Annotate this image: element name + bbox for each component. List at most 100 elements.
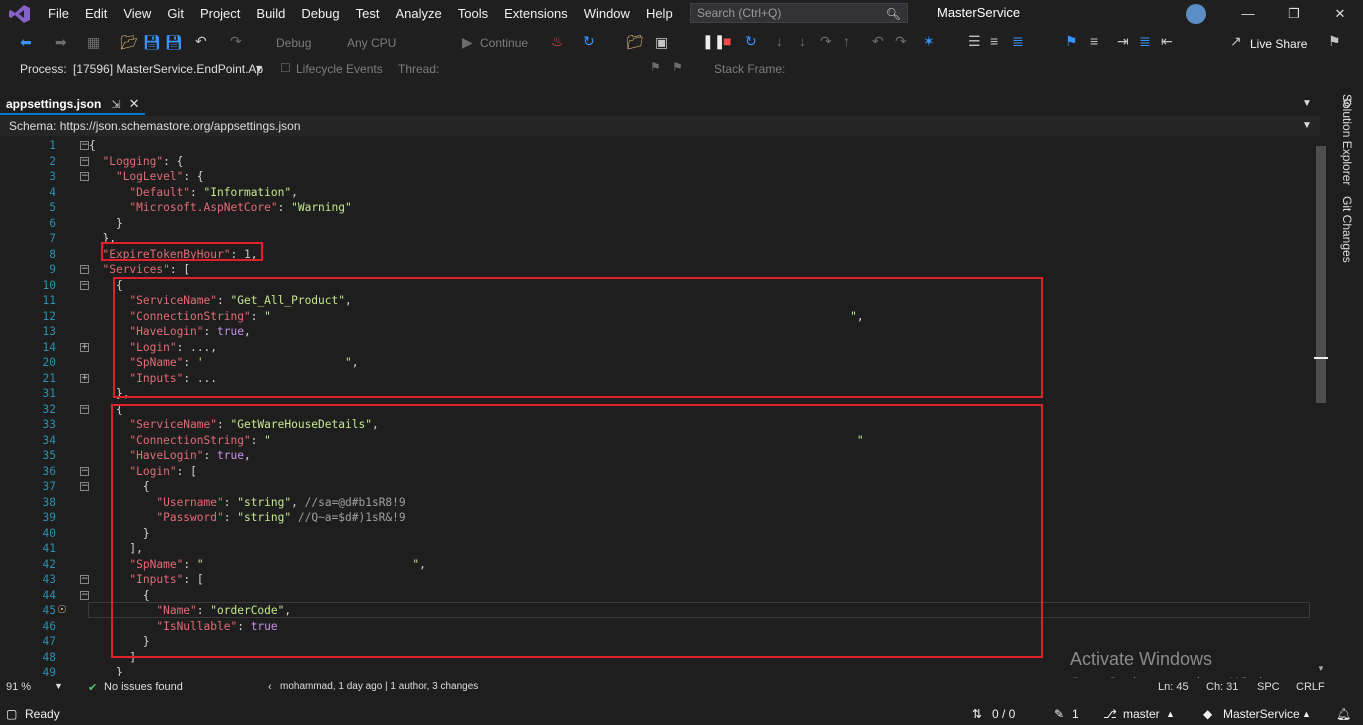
format-icon[interactable]: ≡ bbox=[990, 33, 998, 49]
expand-icon[interactable]: + bbox=[80, 342, 89, 352]
code-line[interactable]: 4 "Default": "Information", bbox=[0, 185, 1310, 201]
code-line[interactable]: 3 − "LogLevel": { bbox=[0, 169, 1310, 185]
code-line[interactable]: 6 } bbox=[0, 216, 1310, 232]
tab-list-dropdown-icon[interactable]: ▼ bbox=[1302, 98, 1312, 109]
lightbulb-icon[interactable]: ☉ bbox=[57, 603, 67, 616]
continue-play-icon[interactable]: ▶ bbox=[462, 34, 473, 51]
collapse-icon[interactable]: − bbox=[80, 265, 89, 274]
notification-bell-icon[interactable]: 🔔︎ bbox=[1336, 707, 1351, 721]
filter-icon[interactable]: ⚑ bbox=[672, 60, 683, 74]
collapse-icon[interactable]: − bbox=[80, 575, 89, 584]
code-line[interactable]: 2 − "Logging": { bbox=[0, 154, 1310, 170]
avatar[interactable] bbox=[1186, 4, 1206, 24]
close-icon[interactable]: ✕ bbox=[1317, 0, 1363, 27]
pause-icon[interactable]: ❚❚ bbox=[702, 33, 725, 50]
collapse-icon[interactable]: − bbox=[80, 590, 89, 600]
menu-analyze[interactable]: Analyze bbox=[387, 0, 449, 27]
search-input[interactable]: Search (Ctrl+Q) 🔍︎ bbox=[690, 3, 908, 23]
bookmark-icon[interactable]: ⚑ bbox=[1065, 33, 1078, 50]
step-out-icon[interactable]: ↑ bbox=[843, 33, 850, 49]
indent-mode-indicator[interactable]: SPC bbox=[1257, 681, 1280, 693]
feedback-icon[interactable]: ⚑ bbox=[1328, 33, 1341, 50]
menu-project[interactable]: Project bbox=[192, 0, 248, 27]
menu-help[interactable]: Help bbox=[638, 0, 681, 27]
code-map-icon[interactable]: ✶ bbox=[923, 33, 935, 50]
window-layout-icon[interactable]: ▣ bbox=[655, 34, 668, 51]
folder-icon[interactable]: 📁︎ bbox=[626, 34, 644, 51]
collapse-icon[interactable]: − bbox=[80, 156, 89, 166]
repo-name[interactable]: MasterService bbox=[1223, 707, 1300, 721]
indent-icon[interactable]: ⇥ bbox=[1117, 33, 1129, 50]
menu-extensions[interactable]: Extensions bbox=[496, 0, 576, 27]
save-all-icon[interactable]: 💾︎ bbox=[165, 34, 183, 51]
branch-up-icon[interactable]: ▲ bbox=[1166, 709, 1175, 719]
open-folder-icon[interactable]: 📂︎ bbox=[120, 34, 138, 51]
collapse-icon[interactable]: − bbox=[80, 404, 89, 414]
repo-diamond-icon[interactable]: ◆ bbox=[1203, 707, 1212, 721]
menu-debug[interactable]: Debug bbox=[293, 0, 347, 27]
collapse-icon[interactable]: − bbox=[80, 482, 89, 491]
step-over-icon[interactable]: ↓ bbox=[799, 33, 806, 49]
live-share-button[interactable]: Live Share bbox=[1250, 37, 1307, 51]
code-line[interactable]: 9 − "Services": [ bbox=[0, 262, 1310, 278]
minimize-icon[interactable]: — bbox=[1225, 0, 1271, 27]
back-icon[interactable]: ↶ bbox=[872, 33, 884, 50]
zoom-level-select[interactable]: 91 % bbox=[6, 681, 31, 693]
visual-studio-logo-icon[interactable] bbox=[0, 0, 40, 27]
step-into-icon[interactable]: ↓ bbox=[776, 33, 783, 49]
menu-test[interactable]: Test bbox=[348, 0, 388, 27]
continue-button[interactable]: Continue bbox=[480, 36, 528, 50]
tab-appsettings-json[interactable]: appsettings.json ⇲ ✕ bbox=[0, 95, 146, 115]
branch-icon[interactable]: ⎇ bbox=[1103, 707, 1117, 721]
live-share-icon[interactable]: ↗ bbox=[1230, 33, 1242, 50]
menu-view[interactable]: View bbox=[115, 0, 159, 27]
menu-git[interactable]: Git bbox=[159, 0, 192, 27]
maximize-icon[interactable]: ❐ bbox=[1271, 0, 1317, 27]
scroll-down-icon[interactable]: ▼ bbox=[1317, 664, 1325, 673]
pin-icon[interactable]: ⇲ bbox=[111, 98, 120, 111]
menu-tools[interactable]: Tools bbox=[450, 0, 496, 27]
line-number-indicator[interactable]: Ln: 45 bbox=[1158, 681, 1189, 693]
expand-icon[interactable]: + bbox=[80, 373, 89, 383]
flag-icon[interactable]: ⚑ bbox=[650, 60, 661, 74]
chevron-down-icon[interactable]: ▾ bbox=[256, 61, 262, 75]
code-line[interactable]: 1 −{ bbox=[0, 138, 1310, 154]
restart-icon[interactable]: ↻ bbox=[745, 33, 757, 50]
hot-reload-refresh-icon[interactable]: ↻ bbox=[583, 33, 595, 50]
repo-up-icon[interactable]: ▲ bbox=[1302, 709, 1311, 719]
line-ending-indicator[interactable]: CRLF bbox=[1296, 681, 1325, 693]
undo-icon[interactable]: ↶ bbox=[195, 33, 207, 50]
lifecycle-events-select[interactable]: Lifecycle Events bbox=[296, 62, 383, 76]
comment-icon[interactable]: ≣ bbox=[1012, 33, 1024, 50]
new-item-icon[interactable]: ▦ bbox=[87, 34, 100, 51]
collapse-icon[interactable]: − bbox=[80, 141, 89, 150]
sync-arrows-icon[interactable]: ⇅ bbox=[972, 707, 982, 721]
git-blame-info[interactable]: mohammad, 1 day ago | 1 author, 3 change… bbox=[280, 681, 478, 692]
scrollbar-thumb[interactable] bbox=[1316, 146, 1326, 403]
navigate-back-icon[interactable]: ⬅ bbox=[20, 34, 32, 51]
process-select[interactable]: [17596] MasterService.EndPoint.Ap bbox=[73, 62, 263, 76]
menu-window[interactable]: Window bbox=[576, 0, 638, 27]
collapse-icon[interactable]: − bbox=[80, 280, 89, 290]
uncomment-icon[interactable]: ≣ bbox=[1139, 33, 1151, 50]
solution-explorer-tab[interactable]: Solution Explorer bbox=[1340, 94, 1354, 185]
chevron-left-icon[interactable]: ‹ bbox=[268, 681, 272, 693]
outdent-icon[interactable]: ⇤ bbox=[1161, 33, 1173, 50]
commit-count[interactable]: 1 bbox=[1072, 707, 1079, 721]
hot-reload-flame-icon[interactable]: ♨ bbox=[551, 33, 564, 50]
issues-status[interactable]: No issues found bbox=[104, 681, 183, 693]
redo-icon[interactable]: ↷ bbox=[230, 33, 242, 50]
menu-file[interactable]: File bbox=[40, 0, 77, 27]
stop-icon[interactable]: ■ bbox=[723, 33, 731, 49]
menu-build[interactable]: Build bbox=[248, 0, 293, 27]
code-editor[interactable]: 1−{2− "Logging": {3− "LogLevel": {4 "Def… bbox=[0, 136, 1320, 676]
tab-close-icon[interactable]: ✕ bbox=[129, 96, 140, 112]
sync-count[interactable]: 0 / 0 bbox=[992, 707, 1015, 721]
branch-name[interactable]: master bbox=[1123, 707, 1160, 721]
zoom-dropdown-icon[interactable]: ▼ bbox=[54, 681, 63, 691]
save-icon[interactable]: 💾︎ bbox=[143, 34, 161, 51]
navigate-forward-icon[interactable]: ➡ bbox=[55, 34, 67, 51]
collapse-icon[interactable]: − bbox=[80, 466, 89, 476]
pencil-icon[interactable]: ✎ bbox=[1054, 707, 1064, 721]
editor-vertical-scrollbar[interactable]: ▼ bbox=[1314, 136, 1328, 676]
